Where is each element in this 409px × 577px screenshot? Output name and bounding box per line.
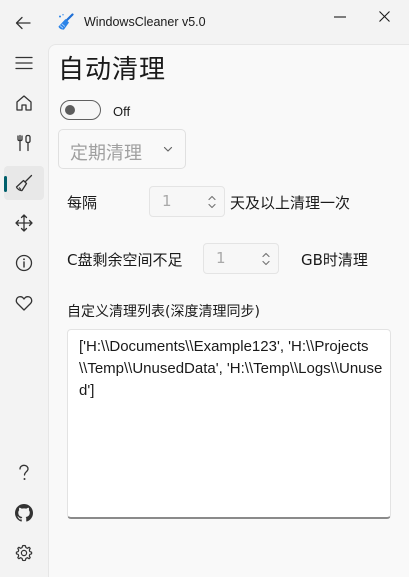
space-suffix-label: GB时清理: [301, 251, 368, 269]
nav-move-button[interactable]: [4, 206, 44, 240]
back-button[interactable]: [6, 8, 40, 38]
interval-days-input[interactable]: 1: [149, 186, 225, 217]
nav-help-button[interactable]: [4, 456, 44, 490]
help-icon: [19, 464, 29, 480]
nav-tools-button[interactable]: [4, 126, 44, 160]
info-icon: [15, 254, 33, 272]
heart-icon: [15, 296, 33, 311]
navigation-rail: [0, 44, 48, 577]
nav-cleaner-button[interactable]: [4, 166, 44, 200]
move-arrows-icon: [15, 214, 33, 232]
toggle-state-label: Off: [113, 104, 131, 119]
page-title: 自动清理: [58, 55, 167, 85]
clean-mode-selected: 定期清理: [70, 143, 142, 164]
tools-icon: [17, 134, 31, 152]
close-icon: [378, 10, 390, 22]
close-button[interactable]: [364, 4, 404, 28]
nav-info-button[interactable]: [4, 246, 44, 280]
space-gb-value: 1: [216, 249, 226, 267]
custom-list-text: ['H:\\Documents\\Example123', 'H:\\Proje…: [79, 338, 383, 399]
broom-app-icon: [58, 13, 74, 30]
nav-settings-button[interactable]: [4, 536, 44, 570]
interval-suffix-label: 天及以上清理一次: [230, 194, 351, 212]
selection-indicator: [4, 176, 7, 192]
github-icon: [15, 504, 33, 522]
nav-home-button[interactable]: [4, 86, 44, 120]
space-prefix-label: C盘剩余空间不足: [67, 251, 183, 269]
home-icon: [16, 95, 32, 111]
menu-icon: [15, 56, 33, 70]
settings-gear-icon: [15, 544, 33, 562]
toggle-knob: [65, 105, 75, 115]
auto-clean-toggle[interactable]: [60, 100, 101, 120]
minimize-button[interactable]: [320, 6, 360, 28]
custom-list-textarea[interactable]: ['H:\\Documents\\Example123', 'H:\\Proje…: [67, 329, 391, 519]
broom-icon: [15, 174, 33, 192]
chevron-down-icon: [163, 146, 173, 152]
nav-menu-button[interactable]: [4, 46, 44, 80]
title-bar: WindowsCleaner v5.0: [0, 0, 409, 44]
clean-mode-dropdown[interactable]: 定期清理: [58, 129, 186, 169]
interval-days-value: 1: [162, 192, 172, 210]
nav-favorite-button[interactable]: [4, 286, 44, 320]
custom-list-label: 自定义清理列表(深度清理同步): [67, 304, 260, 320]
arrow-left-icon: [15, 16, 31, 30]
spin-updown-icon[interactable]: [261, 250, 271, 268]
app-title: WindowsCleaner v5.0: [84, 15, 206, 29]
space-gb-input[interactable]: 1: [203, 243, 279, 274]
nav-github-button[interactable]: [4, 496, 44, 530]
content-panel: 自动清理 Off 定期清理 每隔 1 天及以上清理一次 C盘剩余空间不足 1 G…: [48, 44, 409, 577]
minimize-icon: [334, 16, 346, 18]
spin-updown-icon[interactable]: [207, 193, 217, 211]
interval-prefix-label: 每隔: [67, 194, 98, 212]
